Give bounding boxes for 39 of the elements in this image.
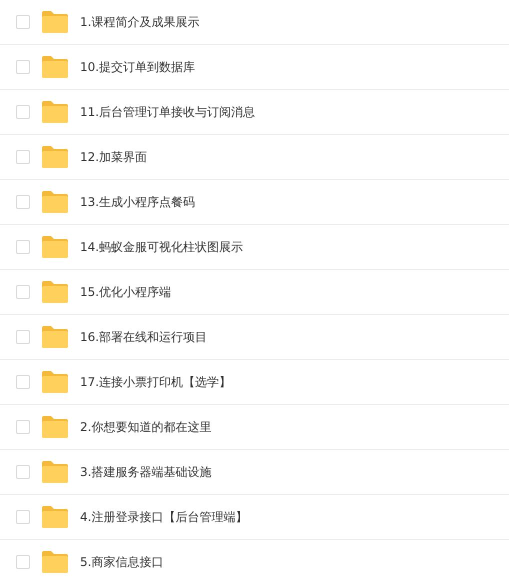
folder-name[interactable]: 13.生成小程序点餐码 <box>80 193 196 211</box>
folder-icon <box>42 551 68 573</box>
folder-name[interactable]: 10.提交订单到数据库 <box>80 58 196 76</box>
folder-name[interactable]: 5.商家信息接口 <box>80 553 164 571</box>
folder-icon <box>42 461 68 483</box>
folder-name[interactable]: 2.你想要知道的都在这里 <box>80 418 212 436</box>
folder-icon <box>42 506 68 528</box>
folder-icon <box>42 56 68 78</box>
folder-name[interactable]: 14.蚂蚁金服可视化柱状图展示 <box>80 238 244 256</box>
folder-name[interactable]: 16.部署在线和运行项目 <box>80 328 208 346</box>
folder-icon <box>42 11 68 33</box>
checkbox[interactable] <box>16 240 30 254</box>
checkbox[interactable] <box>16 375 30 389</box>
folder-icon <box>42 191 68 213</box>
checkbox[interactable] <box>16 555 30 569</box>
checkbox[interactable] <box>16 285 30 299</box>
checkbox[interactable] <box>16 105 30 119</box>
folder-icon <box>42 371 68 393</box>
checkbox[interactable] <box>16 330 30 344</box>
checkbox[interactable] <box>16 465 30 479</box>
folder-icon <box>42 416 68 438</box>
folder-name[interactable]: 1.课程简介及成果展示 <box>80 13 200 31</box>
folder-name[interactable]: 12.加菜界面 <box>80 148 148 166</box>
checkbox[interactable] <box>16 60 30 74</box>
checkbox[interactable] <box>16 150 30 164</box>
checkbox[interactable] <box>16 15 30 29</box>
folder-icon <box>42 236 68 258</box>
checkbox[interactable] <box>16 195 30 209</box>
folder-name[interactable]: 3.搭建服务器端基础设施 <box>80 463 212 481</box>
checkbox[interactable] <box>16 510 30 524</box>
checkbox[interactable] <box>16 420 30 434</box>
folder-name[interactable]: 15.优化小程序端 <box>80 283 172 301</box>
folder-icon <box>42 326 68 348</box>
folder-name[interactable]: 11.后台管理订单接收与订阅消息 <box>80 103 256 121</box>
folder-icon <box>42 101 68 123</box>
folder-name[interactable]: 17.连接小票打印机【选学】 <box>80 373 232 391</box>
folder-icon <box>42 146 68 168</box>
folder-icon <box>42 281 68 303</box>
folder-name[interactable]: 4.注册登录接口【后台管理端】 <box>80 508 248 526</box>
